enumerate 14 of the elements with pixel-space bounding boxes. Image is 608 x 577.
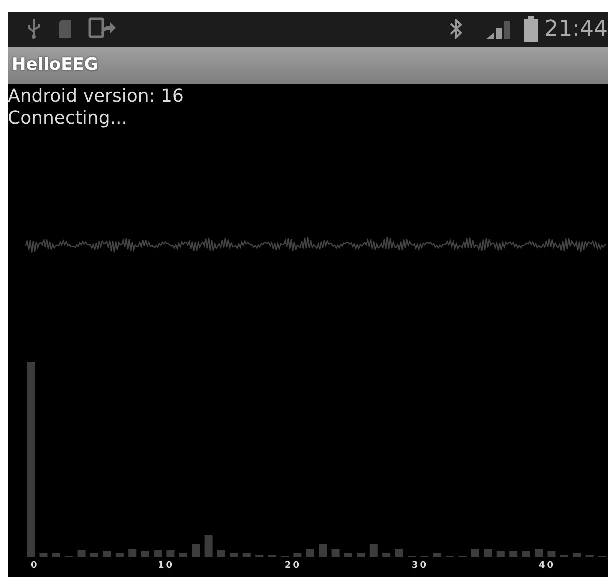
usb-icon xyxy=(26,18,42,40)
axis-label: 20 xyxy=(285,561,302,571)
screen-share-icon xyxy=(88,17,118,42)
axis-label: 10 xyxy=(158,561,175,571)
app-title: HelloEEG xyxy=(12,55,98,76)
axis-label: 30 xyxy=(412,561,429,571)
bluetooth-icon xyxy=(448,19,463,40)
status-message: Connecting... xyxy=(8,108,128,130)
battery-icon xyxy=(522,16,539,42)
clock: 21:44 xyxy=(544,16,608,42)
sd-card-icon xyxy=(56,19,74,40)
axis-label: 0 xyxy=(31,561,40,571)
status-message: Android version: 16 xyxy=(8,86,185,108)
axis-label: 40 xyxy=(539,561,556,571)
